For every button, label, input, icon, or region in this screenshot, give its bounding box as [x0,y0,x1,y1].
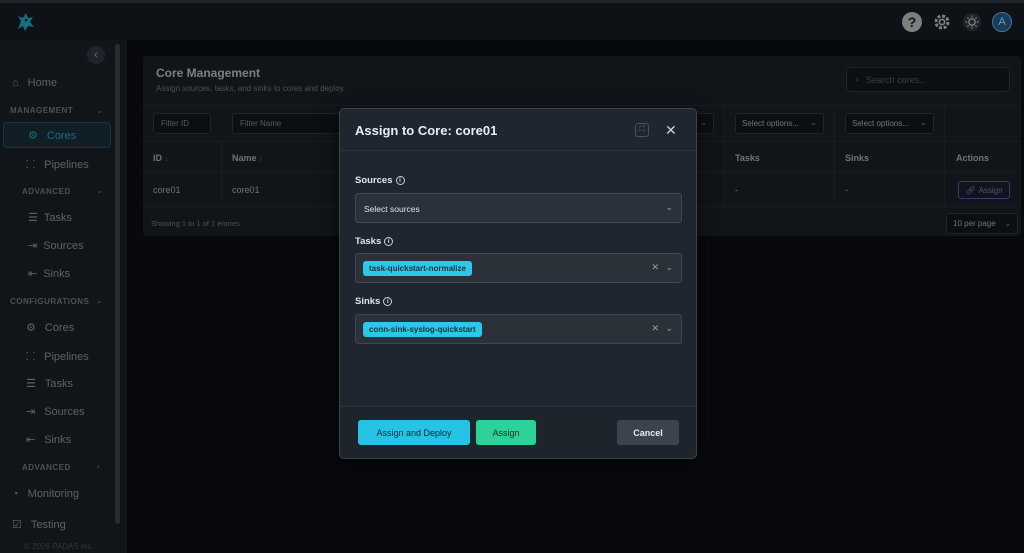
chevron-down-icon[interactable]: ⌄ [665,262,673,273]
info-icon[interactable]: i [384,237,394,246]
selected-sink-chip[interactable]: conn-sink-syslog-quickstart [363,322,482,337]
sources-placeholder: Select sources [364,204,420,214]
selected-task-chip[interactable]: task-quickstart-normalize [363,261,472,276]
modal-title: Assign to Core: core01 [355,123,498,138]
assign-and-deploy-button[interactable]: Assign and Deploy [358,420,470,445]
clear-icon[interactable]: ✕ [651,262,659,273]
close-icon[interactable]: ✕ [665,122,677,139]
modal-footer: Assign and Deploy Assign Cancel [340,406,696,458]
expand-icon[interactable]: ⛶ [635,123,649,137]
chevron-down-icon[interactable]: ⌄ [665,202,673,213]
clear-icon[interactable]: ✕ [651,323,659,334]
assign-core-modal: Assign to Core: core01 ⛶ ✕ Sources i Sel… [339,108,697,459]
assign-button[interactable]: Assign [476,420,536,445]
sources-label: Sources i [355,175,405,186]
sinks-label-text: Sinks [355,296,381,307]
tasks-label: Tasks i [355,236,394,247]
sources-label-text: Sources [355,175,393,186]
sources-select[interactable]: Select sources ⌄ [355,193,682,223]
chevron-down-icon[interactable]: ⌄ [665,323,673,334]
tasks-label-text: Tasks [355,236,382,247]
tasks-select[interactable]: task-quickstart-normalize ✕ ⌄ [355,253,682,283]
info-icon[interactable]: i [383,297,393,306]
sinks-label: Sinks i [355,296,393,307]
modal-header: Assign to Core: core01 ⛶ ✕ [340,109,696,151]
sinks-select[interactable]: conn-sink-syslog-quickstart ✕ ⌄ [355,314,682,344]
info-icon[interactable]: i [395,176,405,185]
cancel-button[interactable]: Cancel [617,420,679,445]
